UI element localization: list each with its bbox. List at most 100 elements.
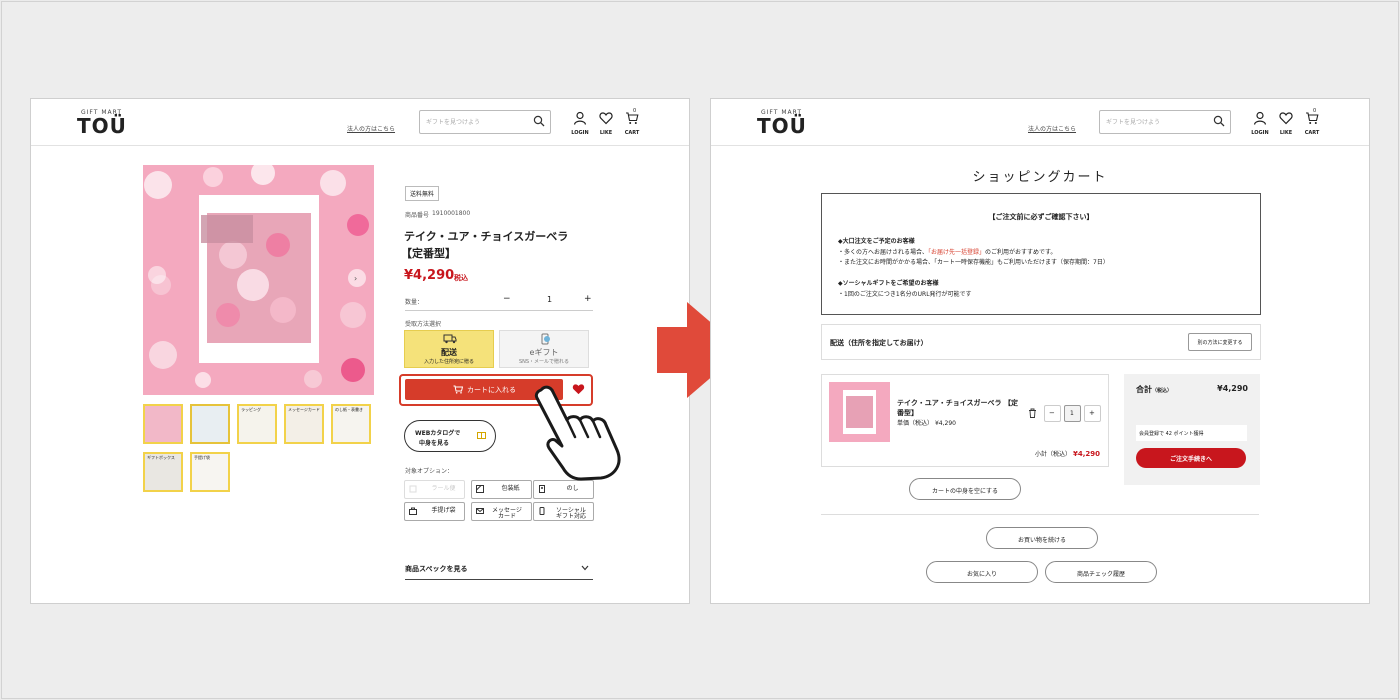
cart-label: CART — [624, 130, 640, 136]
pointing-hand-icon — [534, 385, 621, 481]
favorites-button[interactable]: お気に入り — [926, 561, 1038, 583]
option-label: ソーシャルギフト対応 — [555, 507, 586, 520]
history-label: 商品チェック履歴 — [1076, 571, 1125, 578]
delivery-title: 配送 — [441, 348, 457, 357]
book-icon — [477, 432, 486, 439]
shipping-method-label: 配送（住所を指定してお届け） — [830, 339, 928, 347]
history-button[interactable]: 商品チェック履歴 — [1045, 561, 1157, 583]
login-button[interactable]: LOGIN — [1249, 110, 1271, 136]
bulk-register-link[interactable]: 「お届け先一括登録」 — [928, 249, 985, 256]
product-main-image[interactable]: › — [143, 165, 374, 395]
like-label: LIKE — [599, 130, 613, 136]
search-input[interactable]: ギフトを見つけよう — [1099, 110, 1231, 134]
thumbnail[interactable]: 手提げ袋 — [190, 452, 230, 492]
favorites-label: お気に入り — [966, 571, 997, 578]
change-method-button[interactable]: 別の方法に変更する — [1188, 333, 1252, 351]
option-label: 包装紙 — [501, 485, 520, 492]
checkout-button[interactable]: ご注文手続きへ — [1136, 448, 1246, 468]
like-label: LIKE — [1279, 130, 1293, 136]
cart-page-panel: GIFT MART TOÜ 法人の方はこちら ギフトを見つけよう LOGIN L… — [710, 98, 1370, 604]
thumbnail[interactable]: ラッピング — [237, 404, 277, 444]
divider — [405, 310, 593, 311]
thumbnail-label: 手提げ袋 — [194, 455, 210, 460]
cart-button[interactable]: 0 CART — [621, 108, 643, 136]
thumbnail[interactable]: のし紙・表書き — [331, 404, 371, 444]
points-text: 会員登録で 42 ポイント獲得 — [1139, 431, 1204, 437]
delivery-subtitle: 入力した住所宛に贈る — [423, 359, 474, 365]
site-header: GIFT MART TOÜ 法人の方はこちら ギフトを見つけよう LOGIN L… — [711, 99, 1369, 146]
bag-icon — [409, 507, 417, 515]
thumbnail[interactable]: ギフトボックス — [143, 452, 183, 492]
egift-subtitle: SNS・メールで贈れる — [518, 359, 570, 365]
continue-shopping-button[interactable]: お買い物を続ける — [986, 527, 1098, 549]
cart-count: 0 — [633, 108, 637, 114]
divider — [821, 514, 1259, 515]
quantity-input[interactable]: 1 — [1064, 405, 1081, 422]
cart-icon — [453, 385, 463, 394]
quantity-minus-button[interactable]: − — [1044, 405, 1061, 422]
notice-heading: ◆ソーシャルギフトをご希望のお客様 — [838, 280, 939, 287]
like-button[interactable]: LIKE — [1275, 110, 1297, 136]
quantity-minus-button[interactable]: − — [503, 294, 511, 304]
trash-icon[interactable] — [1028, 408, 1037, 418]
message-card-icon — [476, 508, 484, 514]
receive-method-label: 受取方法選択 — [405, 321, 442, 328]
cart-item-image[interactable] — [829, 382, 890, 442]
heart-icon — [1279, 112, 1293, 125]
notice-box: 【ご注文前に必ずご確認下さい】 ◆大口注文をご予定のお客様 ・多くの方へお届けさ… — [821, 193, 1261, 315]
option-label: メッセージカード — [492, 507, 522, 520]
quantity-value[interactable]: 1 — [547, 295, 552, 304]
notice-heading: ◆大口注文をご予定のお客様 — [838, 238, 915, 245]
notice-line: ・また注文にお時間がかかる場合、「カート一時保存機能」もご利用いただけます（保存… — [838, 259, 1109, 266]
web-catalog-line2: 中身を見る — [419, 440, 450, 447]
thumbnail-label: ギフトボックス — [147, 455, 175, 460]
truck-icon — [443, 334, 457, 344]
option-item: 包装紙 — [471, 480, 532, 499]
corporate-link[interactable]: 法人の方はこちら — [1028, 124, 1076, 133]
quantity-plus-button[interactable]: + — [584, 294, 592, 304]
flowers-illustration: › — [143, 165, 374, 395]
quantity-label: 数量： — [405, 299, 424, 306]
delivery-option[interactable]: 配送 入力した住所宛に贈る — [404, 330, 494, 368]
noshi-disabled-icon — [409, 485, 417, 493]
empty-cart-button[interactable]: カートの中身を空にする — [909, 478, 1021, 500]
option-item: ソーシャルギフト対応 — [533, 502, 594, 521]
search-icon[interactable] — [1213, 115, 1225, 127]
thumbnail-label: のし紙・表書き — [335, 407, 363, 412]
user-icon — [1253, 111, 1267, 125]
total-amount: ¥4,290 — [1217, 384, 1248, 393]
option-label: のし — [566, 485, 579, 492]
cart-item-title[interactable]: テイク・ユア・チョイスガーベラ 【定 — [897, 398, 1018, 408]
search-icon[interactable] — [533, 115, 545, 127]
site-header: GIFT MART TOÜ 法人の方はこちら ギフトを見つけよう LOGIN L… — [31, 99, 689, 146]
chevron-down-icon — [581, 565, 589, 571]
search-input[interactable]: ギフトを見つけよう — [419, 110, 551, 134]
web-catalog-button[interactable]: WEBカタログで 中身を見る — [404, 420, 496, 452]
logo[interactable]: TOÜ — [77, 114, 127, 138]
phone-icon — [539, 507, 545, 515]
product-page-panel: GIFT MART TOÜ 法人の方はこちら ギフトを見つけよう LOGIN L… — [30, 98, 690, 604]
thumbnail[interactable]: メッセージカード — [284, 404, 324, 444]
product-title-line2: 【定番型】 — [401, 247, 456, 260]
logo[interactable]: TOÜ — [757, 114, 807, 138]
login-button[interactable]: LOGIN — [569, 110, 591, 136]
quantity-plus-button[interactable]: + — [1084, 405, 1101, 422]
egift-icon — [541, 333, 550, 345]
spec-toggle[interactable]: 商品スペックを見る — [405, 557, 593, 580]
thumbnail[interactable] — [190, 404, 230, 444]
egift-option[interactable]: eギフト SNS・メールで贈れる — [499, 330, 589, 368]
page-title: ショッピングカート — [972, 170, 1108, 185]
option-label: ラール便 — [431, 485, 456, 492]
thumbnail[interactable] — [143, 404, 183, 444]
cart-item-title-line2: 番型】 — [897, 409, 918, 417]
thumbnail-label: メッセージカード — [288, 407, 320, 412]
login-label: LOGIN — [571, 130, 589, 136]
product-title: テイク・ユア・チョイスガーベラ — [404, 230, 569, 243]
noshi-icon — [539, 485, 545, 493]
subtotal: 小計（税込） ¥4,290 — [1035, 450, 1100, 458]
notice-line: ・多くの方へお届けされる場合、「お届け先一括登録」のご利用がおすすめです。 — [838, 249, 1057, 256]
cart-button[interactable]: 0 CART — [1301, 108, 1323, 136]
like-button[interactable]: LIKE — [595, 110, 617, 136]
points-box: 会員登録で 42 ポイント獲得 — [1136, 425, 1247, 441]
corporate-link[interactable]: 法人の方はこちら — [347, 124, 395, 133]
